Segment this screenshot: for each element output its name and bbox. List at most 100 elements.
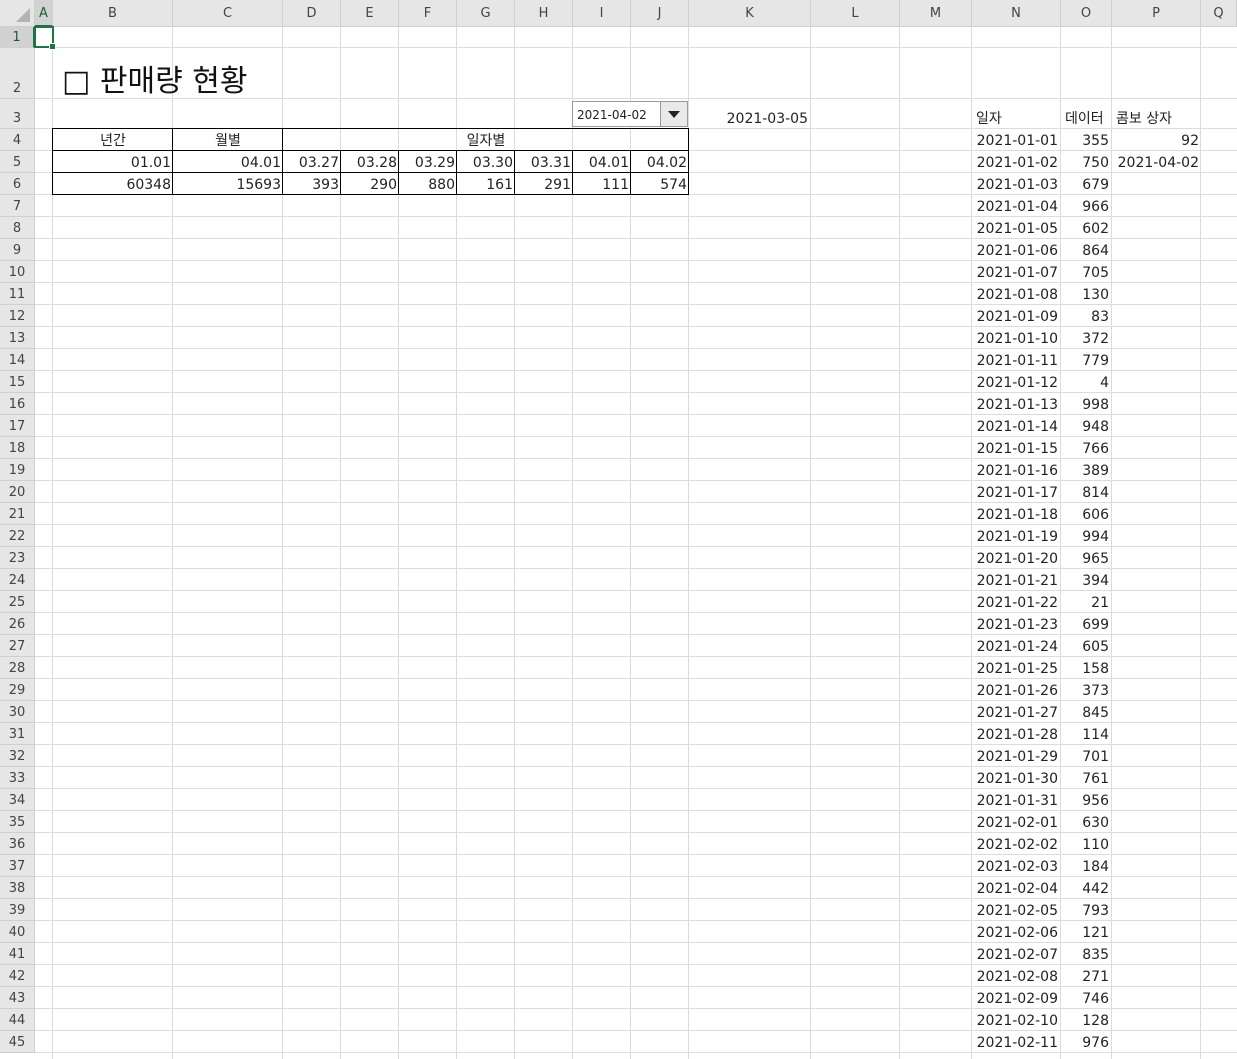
side-value-cell: 372 <box>1082 331 1109 347</box>
row-header-2[interactable]: 2 <box>0 48 35 99</box>
row-header-43[interactable]: 43 <box>0 987 35 1009</box>
side-date-cell: 2021-02-11 <box>976 1035 1058 1051</box>
side-date-cell: 2021-01-16 <box>976 463 1058 479</box>
side-value-cell: 679 <box>1082 177 1109 193</box>
row-header-29[interactable]: 29 <box>0 679 35 701</box>
row-header-13[interactable]: 13 <box>0 327 35 349</box>
column-header-P[interactable]: P <box>1112 0 1201 27</box>
column-header-O[interactable]: O <box>1061 0 1112 27</box>
column-header-F[interactable]: F <box>399 0 457 27</box>
row-header-37[interactable]: 37 <box>0 855 35 877</box>
side-date-cell: 2021-01-31 <box>976 793 1058 809</box>
side-date-cell: 2021-01-28 <box>976 727 1058 743</box>
row-header-30[interactable]: 30 <box>0 701 35 723</box>
k3-date-value: 2021-03-05 <box>726 111 808 127</box>
row-header-16[interactable]: 16 <box>0 393 35 415</box>
row-header-42[interactable]: 42 <box>0 965 35 987</box>
column-header-B[interactable]: B <box>53 0 173 27</box>
row-header-44[interactable]: 44 <box>0 1009 35 1031</box>
column-header-G[interactable]: G <box>457 0 515 27</box>
row-header-21[interactable]: 21 <box>0 503 35 525</box>
row-header-32[interactable]: 32 <box>0 745 35 767</box>
column-header-H[interactable]: H <box>515 0 573 27</box>
column-header-A[interactable]: A <box>35 0 53 27</box>
row-header-45[interactable]: 45 <box>0 1031 35 1053</box>
select-all-corner[interactable] <box>0 0 35 27</box>
column-header-N[interactable]: N <box>972 0 1061 27</box>
row-header-7[interactable]: 7 <box>0 195 35 217</box>
row-header-34[interactable]: 34 <box>0 789 35 811</box>
side-date-cell: 2021-01-18 <box>976 507 1058 523</box>
row-header-3[interactable]: 3 <box>0 99 35 129</box>
side-value-cell: 779 <box>1082 353 1109 369</box>
row-header-4[interactable]: 4 <box>0 129 35 151</box>
date-combo-box[interactable]: 2021-04-02 <box>572 101 688 127</box>
side-date-cell: 2021-01-01 <box>976 133 1058 149</box>
side-date-cell: 2021-02-06 <box>976 925 1058 941</box>
gridline-horizontal <box>35 964 1237 965</box>
column-header-D[interactable]: D <box>283 0 341 27</box>
row-header-14[interactable]: 14 <box>0 349 35 371</box>
side-value-cell: 394 <box>1082 573 1109 589</box>
side-value-cell: 750 <box>1082 155 1109 171</box>
active-cell-A1[interactable] <box>34 26 56 50</box>
column-header-I[interactable]: I <box>573 0 631 27</box>
table-border-left <box>52 128 53 195</box>
combo-dropdown-button[interactable] <box>660 102 687 126</box>
row-header-23[interactable]: 23 <box>0 547 35 569</box>
row-header-9[interactable]: 9 <box>0 239 35 261</box>
column-header-C[interactable]: C <box>173 0 283 27</box>
side-value-cell: 864 <box>1082 243 1109 259</box>
row-header-38[interactable]: 38 <box>0 877 35 899</box>
row-header-25[interactable]: 25 <box>0 591 35 613</box>
side-date-cell: 2021-01-05 <box>976 221 1058 237</box>
side-value-cell: 835 <box>1082 947 1109 963</box>
row-header-41[interactable]: 41 <box>0 943 35 965</box>
side-date-cell: 2021-01-11 <box>976 353 1058 369</box>
side-date-cell: 2021-01-08 <box>976 287 1058 303</box>
row-header-1[interactable]: 1 <box>0 27 35 48</box>
gridline-horizontal <box>35 766 1237 767</box>
row-header-6[interactable]: 6 <box>0 173 35 195</box>
column-header-M[interactable]: M <box>900 0 972 27</box>
row-header-39[interactable]: 39 <box>0 899 35 921</box>
row-header-17[interactable]: 17 <box>0 415 35 437</box>
row-header-15[interactable]: 15 <box>0 371 35 393</box>
row-header-26[interactable]: 26 <box>0 613 35 635</box>
combo-index-cell: 92 <box>1181 133 1199 149</box>
row-header-24[interactable]: 24 <box>0 569 35 591</box>
row-header-27[interactable]: 27 <box>0 635 35 657</box>
row-header-19[interactable]: 19 <box>0 459 35 481</box>
row-header-36[interactable]: 36 <box>0 833 35 855</box>
table-border-col <box>572 150 573 194</box>
row-header-40[interactable]: 40 <box>0 921 35 943</box>
side-value-cell: 976 <box>1082 1035 1109 1051</box>
side-date-cell: 2021-01-27 <box>976 705 1058 721</box>
row-header-8[interactable]: 8 <box>0 217 35 239</box>
column-header-J[interactable]: J <box>631 0 689 27</box>
summary-date-cell: 03.27 <box>298 155 339 171</box>
row-header-33[interactable]: 33 <box>0 767 35 789</box>
row-header-31[interactable]: 31 <box>0 723 35 745</box>
row-header-11[interactable]: 11 <box>0 283 35 305</box>
row-header-20[interactable]: 20 <box>0 481 35 503</box>
row-header-28[interactable]: 28 <box>0 657 35 679</box>
column-header-L[interactable]: L <box>811 0 900 27</box>
side-date-cell: 2021-01-20 <box>976 551 1058 567</box>
row-header-18[interactable]: 18 <box>0 437 35 459</box>
column-header-Q[interactable]: Q <box>1201 0 1237 27</box>
side-date-cell: 2021-01-06 <box>976 243 1058 259</box>
column-header-E[interactable]: E <box>341 0 399 27</box>
row-header-22[interactable]: 22 <box>0 525 35 547</box>
side-value-cell: 83 <box>1091 309 1109 325</box>
column-header-K[interactable]: K <box>689 0 811 27</box>
side-value-cell: 373 <box>1082 683 1109 699</box>
fill-handle[interactable] <box>49 43 56 50</box>
gridline-vertical <box>1200 27 1201 1059</box>
row-header-35[interactable]: 35 <box>0 811 35 833</box>
row-header-12[interactable]: 12 <box>0 305 35 327</box>
side-value-cell: 605 <box>1082 639 1109 655</box>
row-header-5[interactable]: 5 <box>0 151 35 173</box>
side-value-cell: 965 <box>1082 551 1109 567</box>
row-header-10[interactable]: 10 <box>0 261 35 283</box>
